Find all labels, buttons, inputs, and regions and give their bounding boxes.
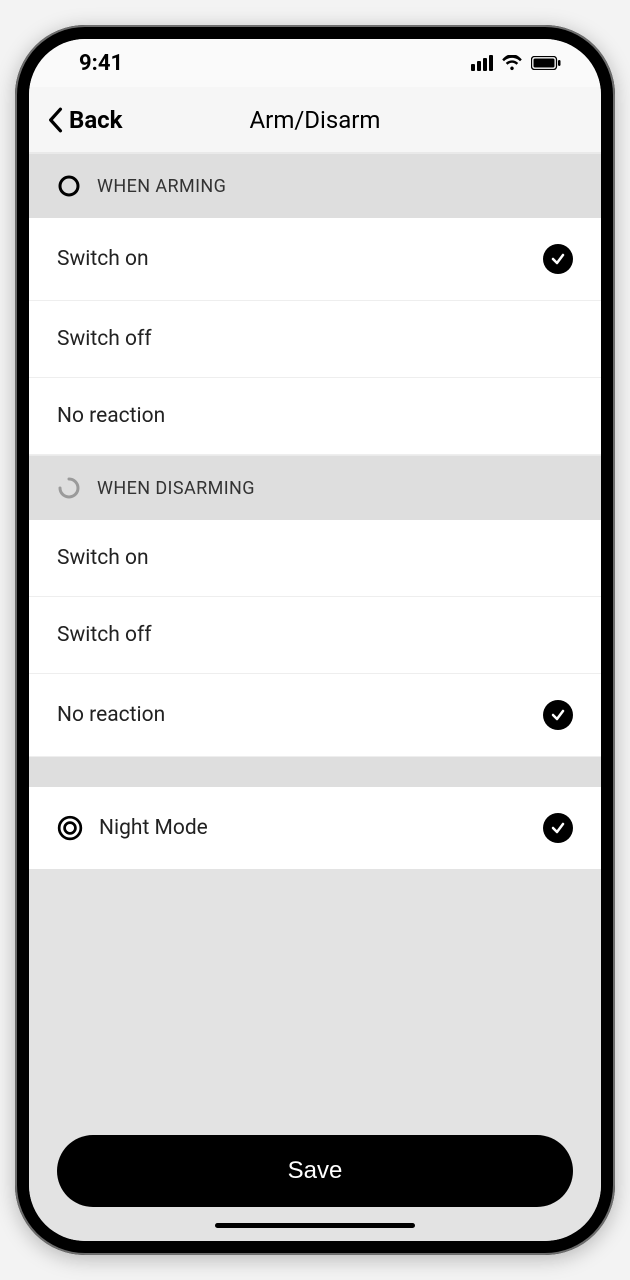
section-gap <box>29 757 601 787</box>
battery-icon <box>531 56 561 70</box>
back-label: Back <box>69 106 122 134</box>
option-disarming-switch-on[interactable]: Switch on <box>29 520 601 597</box>
section-header-arming: When Arming <box>29 153 601 218</box>
option-label: No reaction <box>57 404 165 428</box>
check-icon <box>543 813 573 843</box>
option-label: Switch off <box>57 623 152 647</box>
open-circle-icon <box>57 476 81 500</box>
chevron-left-icon <box>47 107 63 133</box>
option-arming-switch-off[interactable]: Switch off <box>29 301 601 378</box>
option-label: No reaction <box>57 703 165 727</box>
check-icon <box>543 244 573 274</box>
option-night-mode[interactable]: Night Mode <box>29 787 601 869</box>
option-disarming-switch-off[interactable]: Switch off <box>29 597 601 674</box>
section-header-disarming: When Disarming <box>29 455 601 520</box>
status-bar: 9:41 <box>29 39 601 87</box>
option-disarming-no-reaction[interactable]: No reaction <box>29 674 601 757</box>
option-label: Switch on <box>57 546 149 570</box>
night-mode-icon <box>57 815 83 841</box>
status-time: 9:41 <box>79 51 123 76</box>
wifi-icon <box>501 55 523 71</box>
option-label: Switch off <box>57 327 152 351</box>
footer: Save <box>29 1095 601 1241</box>
nav-header: Back Arm/Disarm <box>29 87 601 153</box>
cellular-icon <box>471 55 493 71</box>
content: When Arming Switch on Switch off No reac… <box>29 153 601 1095</box>
circle-outline-icon <box>57 174 81 198</box>
phone-frame: 9:41 Back <box>15 25 615 1255</box>
check-icon <box>543 700 573 730</box>
option-label: Switch on <box>57 247 149 271</box>
status-icons <box>471 55 561 71</box>
screen: 9:41 Back <box>29 39 601 1241</box>
option-arming-switch-on[interactable]: Switch on <box>29 218 601 301</box>
section-header-disarming-label: When Disarming <box>97 478 255 499</box>
option-label: Night Mode <box>99 816 208 840</box>
back-button[interactable]: Back <box>47 106 122 134</box>
section-header-arming-label: When Arming <box>97 176 226 197</box>
home-indicator[interactable] <box>215 1223 415 1228</box>
option-arming-no-reaction[interactable]: No reaction <box>29 378 601 455</box>
page-title: Arm/Disarm <box>250 106 381 134</box>
save-button[interactable]: Save <box>57 1135 573 1207</box>
